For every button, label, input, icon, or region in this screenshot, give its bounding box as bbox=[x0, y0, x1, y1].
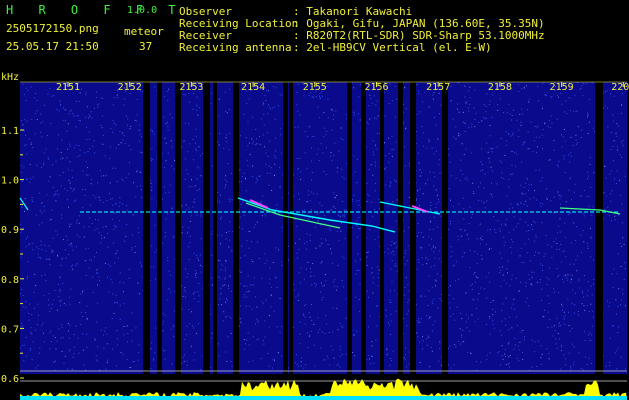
time-tick-label: 2152 bbox=[118, 82, 142, 93]
freq-tick-label: 1.1 bbox=[1, 126, 19, 137]
dropout-band bbox=[233, 82, 239, 374]
dropout-band bbox=[203, 82, 210, 374]
info-value-antenna: : 2el-HB9CV Vertical (el. E-W) bbox=[293, 41, 492, 54]
time-tick-label: 2156 bbox=[364, 82, 388, 93]
dropout-band bbox=[175, 82, 181, 374]
dropout-band bbox=[595, 82, 603, 374]
dropout-band bbox=[347, 82, 352, 374]
freq-tick-label: 0.8 bbox=[1, 275, 19, 286]
dropout-band bbox=[157, 82, 162, 374]
time-tick-label: 2151 bbox=[56, 82, 80, 93]
app-name: H R O F F T bbox=[6, 3, 185, 17]
time-tick-label: 2159 bbox=[550, 82, 574, 93]
info-label-antenna: Receiving antenna bbox=[179, 41, 292, 54]
app-version: 1.0.0 bbox=[127, 5, 158, 16]
time-tick-label: 2154 bbox=[241, 82, 265, 93]
file-name: 2505172150.png bbox=[6, 22, 99, 35]
dropout-band bbox=[398, 82, 403, 374]
time-tick-label: 2153 bbox=[179, 82, 203, 93]
freq-tick-label: 1.0 bbox=[1, 176, 19, 187]
time-tick-label: 2155 bbox=[303, 82, 327, 93]
dropout-band bbox=[442, 82, 448, 374]
spectrogram-background bbox=[20, 82, 627, 400]
unit-label: kHz bbox=[1, 72, 19, 83]
freq-tick-label: 0.6 bbox=[1, 374, 19, 385]
meteor-count: 37 bbox=[139, 40, 153, 53]
dropout-band bbox=[283, 82, 288, 374]
header-panel: H R O F F T 1.0.0 2505172150.png meteor … bbox=[0, 0, 629, 70]
dropout-band bbox=[410, 82, 416, 374]
dropout-band bbox=[213, 82, 217, 374]
time-tick-label: 2158 bbox=[488, 82, 512, 93]
freq-tick-label: 0.7 bbox=[1, 324, 19, 335]
date-time: 25.05.17 21:50 bbox=[6, 40, 99, 53]
dropout-band bbox=[361, 82, 366, 374]
time-tick-label: 2157 bbox=[426, 82, 450, 93]
dropout-band bbox=[143, 82, 150, 374]
level-meter bbox=[20, 370, 627, 400]
time-tick-label: 2200 bbox=[611, 82, 629, 93]
meter-base bbox=[20, 396, 627, 400]
spectrogram-plot: 2151 2152 2153 2154 2155 2156 2157 2158 2159 2200… bbox=[0, 70, 629, 400]
mode-label: meteor bbox=[124, 25, 164, 38]
freq-tick-label: 0.9 bbox=[1, 225, 19, 236]
dropout-band bbox=[289, 82, 293, 374]
